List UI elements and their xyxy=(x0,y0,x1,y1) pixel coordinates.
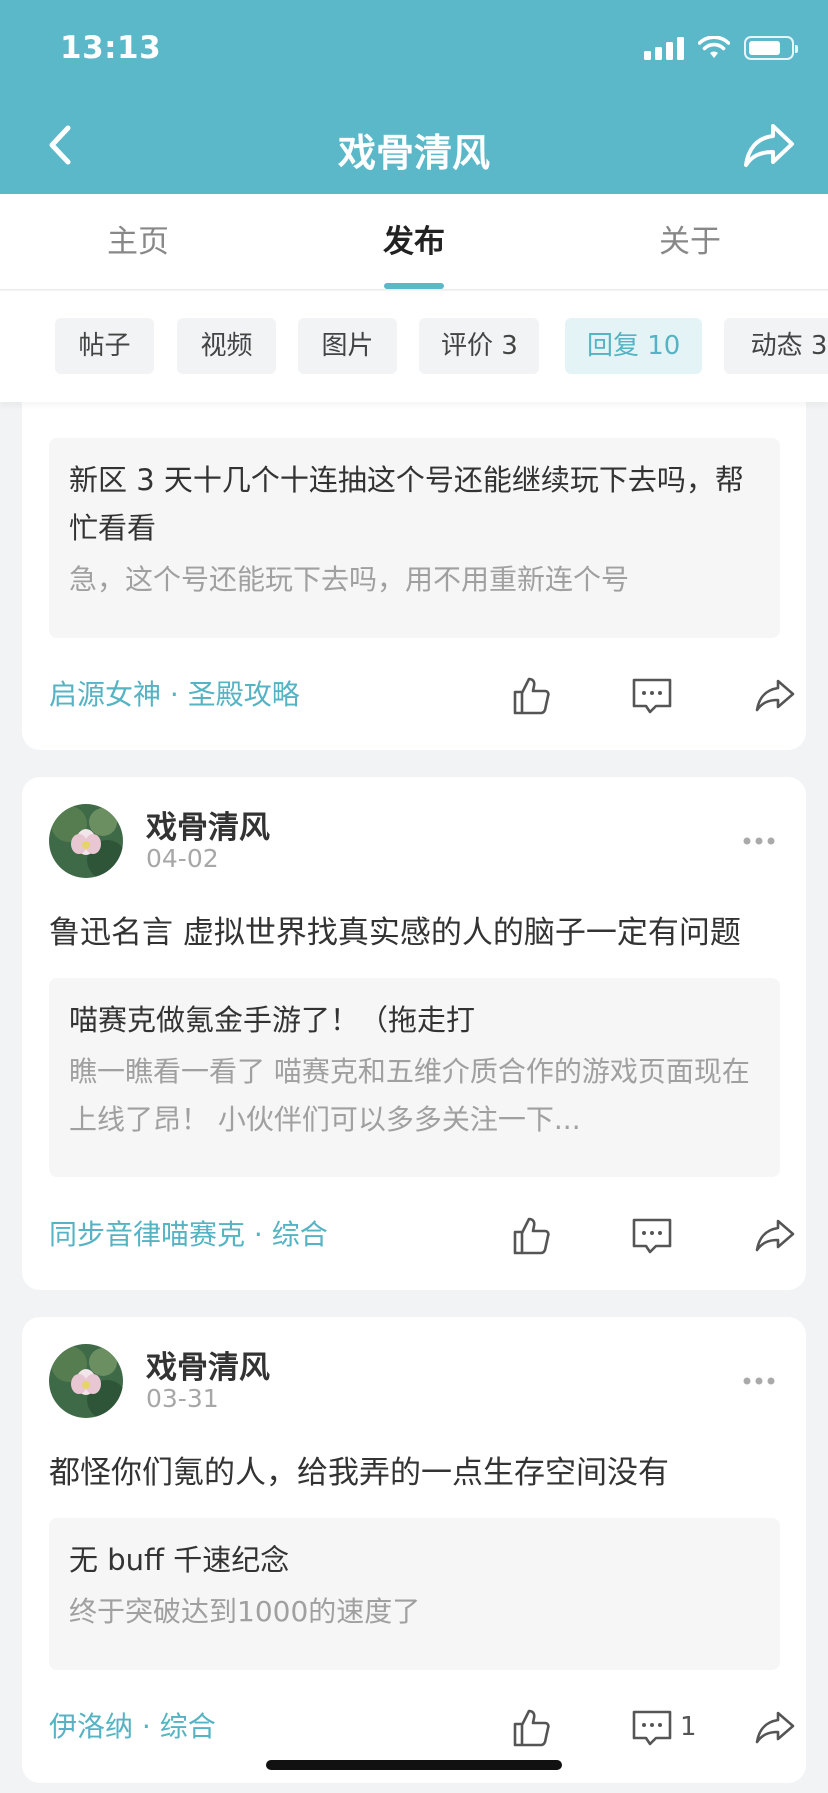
comment-icon xyxy=(632,1218,672,1254)
like-icon xyxy=(513,677,550,715)
card-footer: 伊洛纳 · 综合 1 xyxy=(49,1697,795,1757)
page-title: 戏骨清风 xyxy=(337,131,490,175)
post-date: 04-02 xyxy=(146,844,219,873)
header: 13:13 戏骨清风 xyxy=(0,0,828,194)
status-time: 13:13 xyxy=(60,30,162,66)
post-date: 03-31 xyxy=(146,1384,219,1413)
author-name[interactable]: 戏骨清风 xyxy=(146,802,270,847)
more-icon[interactable] xyxy=(742,836,776,846)
like-icon xyxy=(513,1217,550,1255)
main-tabs: 主页 发布 关于 xyxy=(0,194,828,290)
post-text[interactable]: 都怪你们氪的人，给我弄的一点生存空间没有 xyxy=(49,1447,789,1492)
home-indicator xyxy=(266,1760,562,1770)
post-text[interactable]: 鲁迅名言 虚拟世界找真实感的人的脑子一定有问题 xyxy=(49,907,789,952)
share-icon[interactable] xyxy=(742,120,796,170)
quoted-post[interactable]: 新区 3 天十几个十连抽这个号还能继续玩下去吗，帮忙看看 急，这个号还能玩下去吗… xyxy=(49,438,780,638)
signal-icon xyxy=(644,36,684,60)
wifi-icon xyxy=(698,36,730,58)
share-icon xyxy=(755,1711,795,1744)
quoted-post-title: 喵赛克做氪金手游了！（拖走打 xyxy=(69,1003,476,1037)
share-button[interactable] xyxy=(753,1211,797,1259)
card-footer: 同步音律喵赛克 · 综合 xyxy=(49,1205,795,1265)
avatar[interactable] xyxy=(49,804,123,878)
filter-videos[interactable]: 视频 xyxy=(177,318,276,374)
like-button[interactable] xyxy=(509,1211,553,1259)
post-source-link[interactable]: 伊洛纳 · 综合 xyxy=(49,1697,216,1757)
filter-replies[interactable]: 回复 10 xyxy=(565,318,702,374)
comment-button[interactable]: 1 xyxy=(630,1703,697,1751)
comment-icon xyxy=(632,678,672,714)
active-tab-indicator xyxy=(384,283,444,289)
post-card[interactable]: 戏骨清风 04-02 鲁迅名言 虚拟世界找真实感的人的脑子一定有问题 喵赛克做氪… xyxy=(22,777,806,1290)
tab-posts[interactable]: 发布 xyxy=(276,194,552,289)
more-icon[interactable] xyxy=(742,1376,776,1386)
post-source-link[interactable]: 同步音律喵赛克 · 综合 xyxy=(49,1205,328,1265)
like-button[interactable] xyxy=(509,671,553,719)
share-button[interactable] xyxy=(753,671,797,719)
comment-icon xyxy=(632,1710,672,1746)
filter-posts[interactable]: 帖子 xyxy=(55,318,154,374)
filter-images[interactable]: 图片 xyxy=(298,318,397,374)
tab-about[interactable]: 关于 xyxy=(552,194,828,289)
filter-bar: 帖子 视频 图片 评价 3 回复 10 动态 3 xyxy=(0,291,828,402)
like-button[interactable] xyxy=(509,1703,553,1751)
avatar[interactable] xyxy=(49,1344,123,1418)
post-source-link[interactable]: 启源女神 · 圣殿攻略 xyxy=(49,665,300,725)
share-icon xyxy=(755,679,795,712)
quoted-post-desc: 急，这个号还能玩下去吗，用不用重新连个号 xyxy=(69,563,630,596)
quoted-post-desc: 终于突破达到1000的速度了 xyxy=(69,1595,421,1628)
share-button[interactable] xyxy=(753,1703,797,1751)
battery-icon xyxy=(744,36,798,60)
quoted-post[interactable]: 喵赛克做氪金手游了！（拖走打 瞧一瞧看一看了 喵赛克和五维介质合作的游戏页面现在… xyxy=(49,978,780,1177)
tab-home[interactable]: 主页 xyxy=(0,194,276,289)
filter-activity[interactable]: 动态 3 xyxy=(724,318,828,374)
like-icon xyxy=(513,1709,550,1747)
quoted-post[interactable]: 无 buff 千速纪念 终于突破达到1000的速度了 xyxy=(49,1518,780,1670)
author-name[interactable]: 戏骨清风 xyxy=(146,1342,270,1387)
status-icons xyxy=(644,36,798,60)
comment-button[interactable] xyxy=(630,671,680,719)
post-card[interactable]: 戏骨清风 03-31 都怪你们氪的人，给我弄的一点生存空间没有 无 buff 千… xyxy=(22,1317,806,1783)
comment-count: 1 xyxy=(680,1712,697,1742)
card-footer: 启源女神 · 圣殿攻略 xyxy=(49,665,795,725)
quoted-post-desc: 瞧一瞧看一看了 喵赛克和五维介质合作的游戏页面现在上线了昂！ 小伙伴们可以多多关… xyxy=(69,1055,750,1136)
filter-reviews[interactable]: 评价 3 xyxy=(419,318,539,374)
share-icon xyxy=(755,1219,795,1252)
quoted-post-title: 新区 3 天十几个十连抽这个号还能继续玩下去吗，帮忙看看 xyxy=(69,463,744,545)
quoted-post-title: 无 buff 千速纪念 xyxy=(69,1543,290,1577)
comment-button[interactable] xyxy=(630,1211,680,1259)
